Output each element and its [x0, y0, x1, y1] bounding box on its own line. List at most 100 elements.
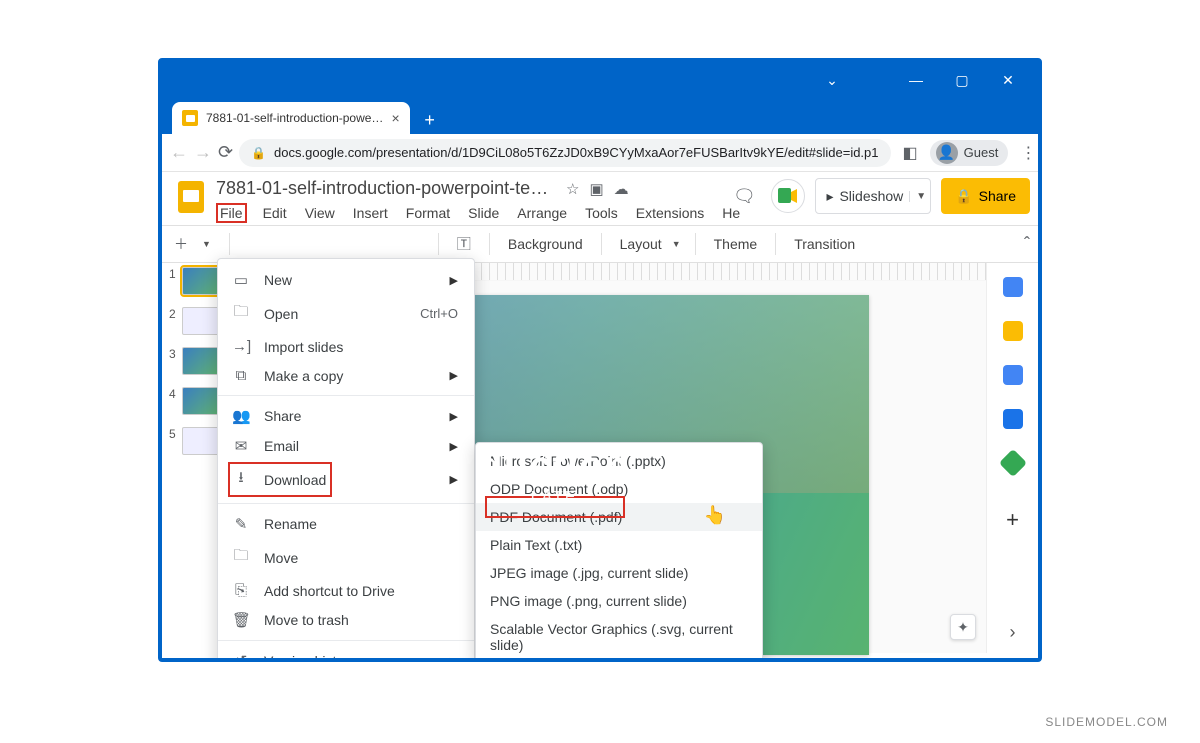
browser-menu-icon[interactable]: ⋮: [1014, 143, 1042, 163]
comments-icon[interactable]: 🗨: [727, 179, 761, 213]
slideshow-caret-icon[interactable]: ▼: [909, 191, 926, 202]
slide-thumb-2[interactable]: 2: [168, 307, 224, 335]
document-title[interactable]: 7881-01-self-introduction-powerpoint-tem…: [216, 178, 556, 199]
window-titlebar: ⌄ — ▢ ✕: [162, 62, 1038, 98]
slide-thumb-4[interactable]: 4: [168, 387, 224, 415]
download-txt[interactable]: Plain Text (.txt): [476, 531, 762, 559]
maps-icon[interactable]: [998, 449, 1026, 477]
file-menu-move[interactable]: 🗀Move: [218, 539, 474, 576]
file-menu-email[interactable]: ✉Email▶: [218, 431, 474, 461]
reading-list-icon[interactable]: ◧: [897, 143, 924, 163]
star-icon[interactable]: ☆: [566, 180, 579, 198]
transition-button[interactable]: Transition: [790, 236, 859, 252]
app-header: 7881-01-self-introduction-powerpoint-tem…: [162, 172, 1038, 223]
new-tab-button[interactable]: +: [416, 106, 444, 134]
menu-extensions[interactable]: Extensions: [634, 203, 706, 223]
menu-view[interactable]: View: [303, 203, 337, 223]
share-label: Share: [979, 188, 1016, 204]
browser-window: ⌄ — ▢ ✕ 7881-01-self-introduction-powe… …: [158, 58, 1042, 662]
menu-arrange[interactable]: Arrange: [515, 203, 569, 223]
copy-icon: ⧉: [232, 367, 250, 384]
slide-thumb-3[interactable]: 3: [168, 347, 224, 375]
menu-slide[interactable]: Slide: [466, 203, 501, 223]
menu-insert[interactable]: Insert: [351, 203, 390, 223]
explore-button[interactable]: [950, 614, 976, 640]
trash-icon: 🗑: [232, 611, 250, 629]
layout-caret-icon[interactable]: ▼: [672, 239, 681, 249]
contacts-icon[interactable]: [1003, 409, 1023, 429]
theme-button[interactable]: Theme: [710, 236, 762, 252]
open-icon: 🗀: [232, 301, 250, 326]
window-maximize-icon[interactable]: ▢: [940, 65, 984, 95]
tab-close-icon[interactable]: ×: [391, 110, 399, 126]
download-svg[interactable]: Scalable Vector Graphics (.svg, current …: [476, 615, 762, 659]
slideshow-button[interactable]: ▸ Slideshow ▼: [815, 178, 931, 214]
file-menu-version[interactable]: ↺Version history▶: [218, 646, 474, 662]
submenu-arrow-icon: ▶: [450, 440, 458, 453]
file-menu-share[interactable]: 👥Share▶: [218, 401, 474, 431]
submenu-arrow-icon: ▶: [450, 473, 458, 486]
new-icon: ▭: [232, 271, 250, 289]
move-icon: 🗀: [232, 545, 250, 570]
file-menu-copy[interactable]: ⧉Make a copy▶: [218, 361, 474, 390]
new-slide-caret-icon[interactable]: ▼: [198, 239, 215, 249]
nav-forward-icon[interactable]: →: [194, 142, 212, 163]
nav-reload-icon[interactable]: ⟳: [218, 142, 233, 163]
file-menu-dropdown: ▭New▶ 🗀OpenCtrl+O →]Import slides ⧉Make …: [217, 258, 475, 662]
menu-file[interactable]: File: [216, 203, 247, 223]
slides-logo-icon[interactable]: [172, 178, 210, 216]
layout-button[interactable]: Layout: [616, 236, 666, 252]
slide-thumb-5[interactable]: 5: [168, 427, 224, 455]
sidepanel-collapse-icon[interactable]: ›: [1010, 622, 1016, 643]
menubar: File Edit View Insert Format Slide Arran…: [216, 203, 742, 223]
collapse-toolbar-icon[interactable]: ˆ: [1024, 234, 1030, 255]
file-menu-new[interactable]: ▭New▶: [218, 265, 474, 295]
file-menu-import[interactable]: →]Import slides: [218, 332, 474, 361]
side-panel: + ›: [986, 263, 1038, 653]
slides-favicon-icon: [182, 110, 198, 126]
file-menu-trash[interactable]: 🗑Move to trash: [218, 605, 474, 635]
calendar-icon[interactable]: [1003, 277, 1023, 297]
profile-label: Guest: [964, 145, 999, 160]
addons-plus-icon[interactable]: +: [1006, 507, 1019, 533]
slideshow-label: Slideshow: [839, 188, 903, 204]
move-folder-icon[interactable]: ▣: [589, 180, 603, 198]
file-menu-open[interactable]: 🗀OpenCtrl+O: [218, 295, 474, 332]
slide-thumbnails: 1 2 3 4 5: [162, 263, 224, 653]
submenu-arrow-icon: ▶: [450, 410, 458, 423]
menu-tools[interactable]: Tools: [583, 203, 620, 223]
slide-thumb-1[interactable]: 1: [168, 267, 224, 295]
window-caret-icon[interactable]: ⌄: [810, 65, 854, 95]
slideshow-play-icon: ▸: [826, 188, 833, 205]
browser-tabbar: 7881-01-self-introduction-powe… × +: [162, 98, 1038, 134]
profile-chip[interactable]: 👤 Guest: [930, 140, 1009, 166]
download-jpg[interactable]: JPEG image (.jpg, current slide): [476, 559, 762, 587]
browser-tab[interactable]: 7881-01-self-introduction-powe… ×: [172, 102, 410, 134]
textbox-icon[interactable]: 🅃: [453, 234, 475, 254]
meet-icon[interactable]: [771, 179, 805, 213]
file-menu-shortcut[interactable]: ⎘Add shortcut to Drive: [218, 576, 474, 605]
menu-edit[interactable]: Edit: [261, 203, 289, 223]
email-icon: ✉: [232, 437, 250, 455]
highlight-annotation: [228, 462, 332, 497]
window-close-icon[interactable]: ✕: [986, 65, 1030, 95]
nav-back-icon[interactable]: ←: [170, 142, 188, 163]
new-slide-button[interactable]: ＋: [170, 234, 192, 254]
tasks-icon[interactable]: [1003, 365, 1023, 385]
url-text: docs.google.com/presentation/d/1D9CiL08o…: [274, 145, 878, 160]
history-icon: ↺: [232, 652, 250, 662]
url-input[interactable]: 🔒 docs.google.com/presentation/d/1D9CiL0…: [239, 139, 890, 167]
download-png[interactable]: PNG image (.png, current slide): [476, 587, 762, 615]
share-icon: 👥: [232, 407, 250, 425]
background-button[interactable]: Background: [504, 236, 587, 252]
window-minimize-icon[interactable]: —: [894, 65, 938, 95]
watermark: SLIDEMODEL.COM: [1045, 715, 1168, 729]
file-menu-download[interactable]: ⭳Download▶: [218, 461, 474, 498]
keep-icon[interactable]: [1003, 321, 1023, 341]
menu-format[interactable]: Format: [404, 203, 452, 223]
file-menu-rename[interactable]: ✎Rename: [218, 509, 474, 539]
submenu-arrow-icon: ▶: [450, 655, 458, 663]
profile-avatar-icon: 👤: [936, 142, 958, 164]
share-button[interactable]: 🔒 Share: [941, 178, 1030, 214]
submenu-arrow-icon: ▶: [450, 369, 458, 382]
